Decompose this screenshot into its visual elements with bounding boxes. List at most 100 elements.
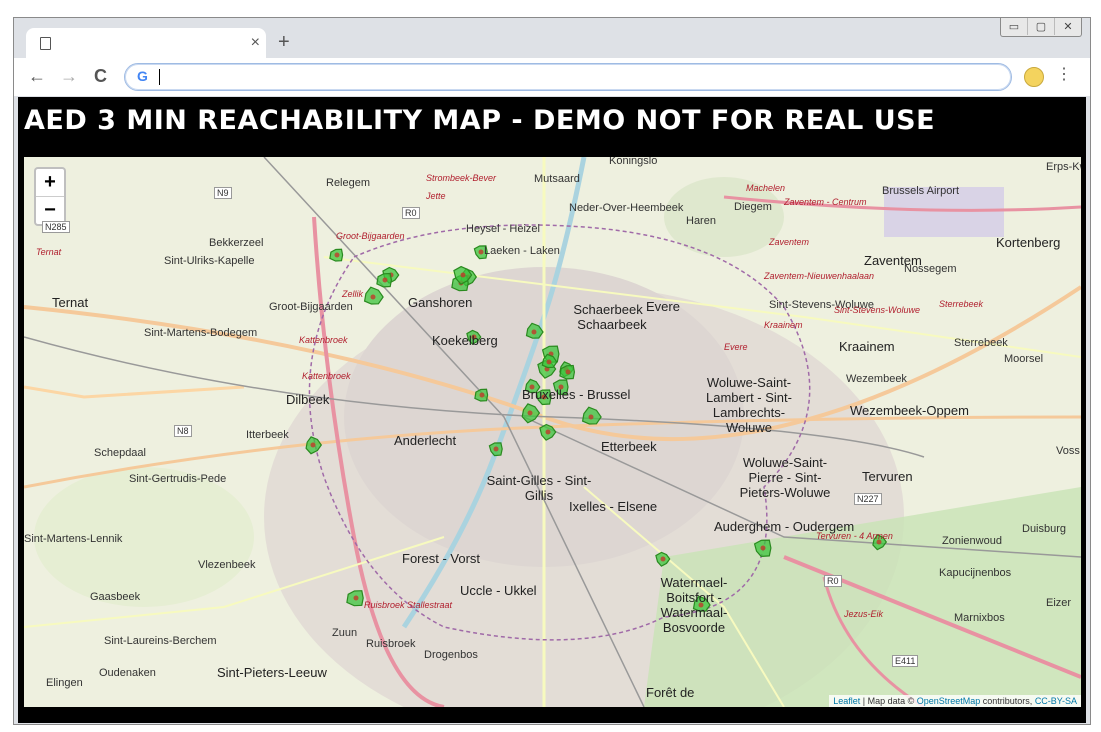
road-shield: R0 <box>824 575 842 587</box>
place-label: Ternat <box>36 247 62 257</box>
place-label: Heysel - Heizel <box>466 223 540 235</box>
aed-marker[interactable] <box>376 272 393 288</box>
place-label: Kortenberg <box>996 235 1061 250</box>
place-label: Nossegem <box>904 263 957 275</box>
place-label: Ixelles - Elsene <box>569 499 658 514</box>
place-label: Haren <box>686 215 716 227</box>
place-label: Etterbeek <box>601 439 657 454</box>
place-label: Eizer <box>1046 597 1072 609</box>
place-label: Neder-Over-Heembeek <box>569 202 684 214</box>
place-label: Voss <box>1056 445 1080 457</box>
aed-marker[interactable] <box>521 403 541 424</box>
place-label: Koningslo <box>609 157 658 167</box>
license-link[interactable]: CC-BY-SA <box>1035 696 1077 706</box>
place-label: Strombeek-Bever <box>426 173 497 183</box>
place-label: Sint-Martens-Bodegem <box>144 327 258 339</box>
document-icon <box>40 37 51 50</box>
place-label: Zonienwoud <box>942 535 1002 547</box>
tab-close-icon[interactable]: × <box>251 34 260 52</box>
aed-marker[interactable] <box>329 248 344 262</box>
place-label: Woluwe-Saint-Pierre - Sint-Pieters-Woluw… <box>739 455 831 500</box>
place-label: Sint-Gertrudis-Pede <box>129 473 227 485</box>
google-icon: G <box>137 68 148 84</box>
browser-window: ▭ ▢ ✕ × + ← → C G ⋮ AED 3 MIN REACHABILI… <box>13 17 1091 725</box>
place-label: Diegem <box>734 201 772 213</box>
aed-marker[interactable] <box>346 590 364 607</box>
aed-marker[interactable] <box>363 286 384 305</box>
place-label: Brussels Airport <box>882 185 960 197</box>
text-caret <box>159 69 160 85</box>
place-label: Sint-Martens-Lennik <box>24 533 123 545</box>
new-tab-button[interactable]: + <box>278 31 290 54</box>
place-label: Ternat <box>52 295 89 310</box>
zoom-control: + − <box>34 167 66 226</box>
place-label: Anderlecht <box>394 433 457 448</box>
close-window-button[interactable]: ✕ <box>1054 18 1081 35</box>
place-label: Jette <box>426 191 446 201</box>
aed-marker[interactable] <box>474 388 489 402</box>
maximize-button[interactable]: ▢ <box>1027 18 1054 35</box>
aed-marker[interactable] <box>753 539 772 558</box>
aed-marker[interactable] <box>488 442 503 457</box>
place-label: Sint-Pieters-Leeuw <box>217 665 327 680</box>
place-label: Drogenbos <box>424 649 478 661</box>
place-label: Moorsel <box>1004 353 1044 365</box>
place-label: Ruisbroek <box>366 638 416 650</box>
place-label: Watermael-Boitsfort - Watermaal-Bosvoord… <box>660 575 728 635</box>
place-label: Sint-Laureins-Berchem <box>104 635 217 647</box>
place-label: Sint-Ulriks-Kapelle <box>164 255 255 267</box>
place-label: Woluwe-Saint-Lambert - Sint-Lambrechts-W… <box>706 375 792 435</box>
place-label: Wezembeek-Oppem <box>850 403 969 418</box>
map-attribution: Leaflet | Map data © OpenStreetMap contr… <box>829 695 1081 707</box>
zoom-in-button[interactable]: + <box>36 169 64 197</box>
minimize-button[interactable]: ▭ <box>1001 18 1027 35</box>
aed-marker[interactable] <box>655 551 671 567</box>
place-label: Oudenaken <box>99 667 156 679</box>
place-label: Evere <box>646 299 680 314</box>
place-label: Erps-Kwe <box>1046 161 1081 173</box>
aed-marker[interactable] <box>525 322 544 339</box>
forward-icon[interactable]: → <box>60 66 78 87</box>
place-label: Koekelberg <box>432 333 498 348</box>
road-shield: N8 <box>174 425 192 437</box>
place-label: Uccle - Ukkel <box>460 583 537 598</box>
place-label: Itterbeek <box>246 429 289 441</box>
address-bar[interactable]: G <box>124 63 1012 91</box>
place-label: Gaasbeek <box>90 591 141 603</box>
aed-marker[interactable] <box>581 406 602 425</box>
place-label: Duisburg <box>1022 523 1067 535</box>
place-label: Kapucijnenbos <box>939 567 1012 579</box>
place-label: Sterrebeek <box>939 299 984 309</box>
place-label: Groot-Bijgaarden <box>269 301 353 313</box>
page-title: AED 3 MIN REACHABILITY MAP - DEMO NOT FO… <box>24 105 936 136</box>
place-label: Kattenbroek <box>299 335 348 345</box>
place-label: Tervuren <box>862 469 913 484</box>
aed-marker[interactable] <box>559 364 576 380</box>
reload-icon[interactable]: C <box>94 66 107 87</box>
place-label: Wezembeek <box>846 373 907 385</box>
browser-tab[interactable]: × <box>26 28 266 58</box>
place-label: Mutsaard <box>534 173 580 185</box>
osm-link[interactable]: OpenStreetMap <box>917 696 981 706</box>
page-content: AED 3 MIN REACHABILITY MAP - DEMO NOT FO… <box>18 97 1086 723</box>
leaflet-link[interactable]: Leaflet <box>833 696 860 706</box>
place-label: Jezus-Eik <box>844 609 884 619</box>
zoom-out-button[interactable]: − <box>36 197 64 224</box>
attribution-contributors: contributors, <box>980 696 1035 706</box>
aed-marker[interactable] <box>539 423 557 441</box>
place-label: Sterrebeek <box>954 337 1008 349</box>
place-label: Relegem <box>326 177 371 189</box>
place-label: Sint-Stevens-Woluwe <box>834 305 921 315</box>
browser-menu-icon[interactable]: ⋮ <box>1056 64 1072 84</box>
place-label: Zellik <box>342 289 364 299</box>
aed-marker[interactable] <box>305 436 323 455</box>
leaflet-map[interactable]: + − Koningslo Erps-Kwe Relegem Strombeek-Be… <box>24 157 1081 707</box>
place-label: Forest - Vorst <box>402 551 481 566</box>
attribution-text: | Map data © <box>860 696 917 706</box>
back-icon[interactable]: ← <box>28 66 46 87</box>
road-shield: N227 <box>854 493 882 505</box>
place-label: Vlezenbeek <box>198 559 256 571</box>
window-controls: ▭ ▢ ✕ <box>1000 18 1082 37</box>
road-shield: R0 <box>402 207 420 219</box>
extension-icon[interactable] <box>1024 67 1044 87</box>
